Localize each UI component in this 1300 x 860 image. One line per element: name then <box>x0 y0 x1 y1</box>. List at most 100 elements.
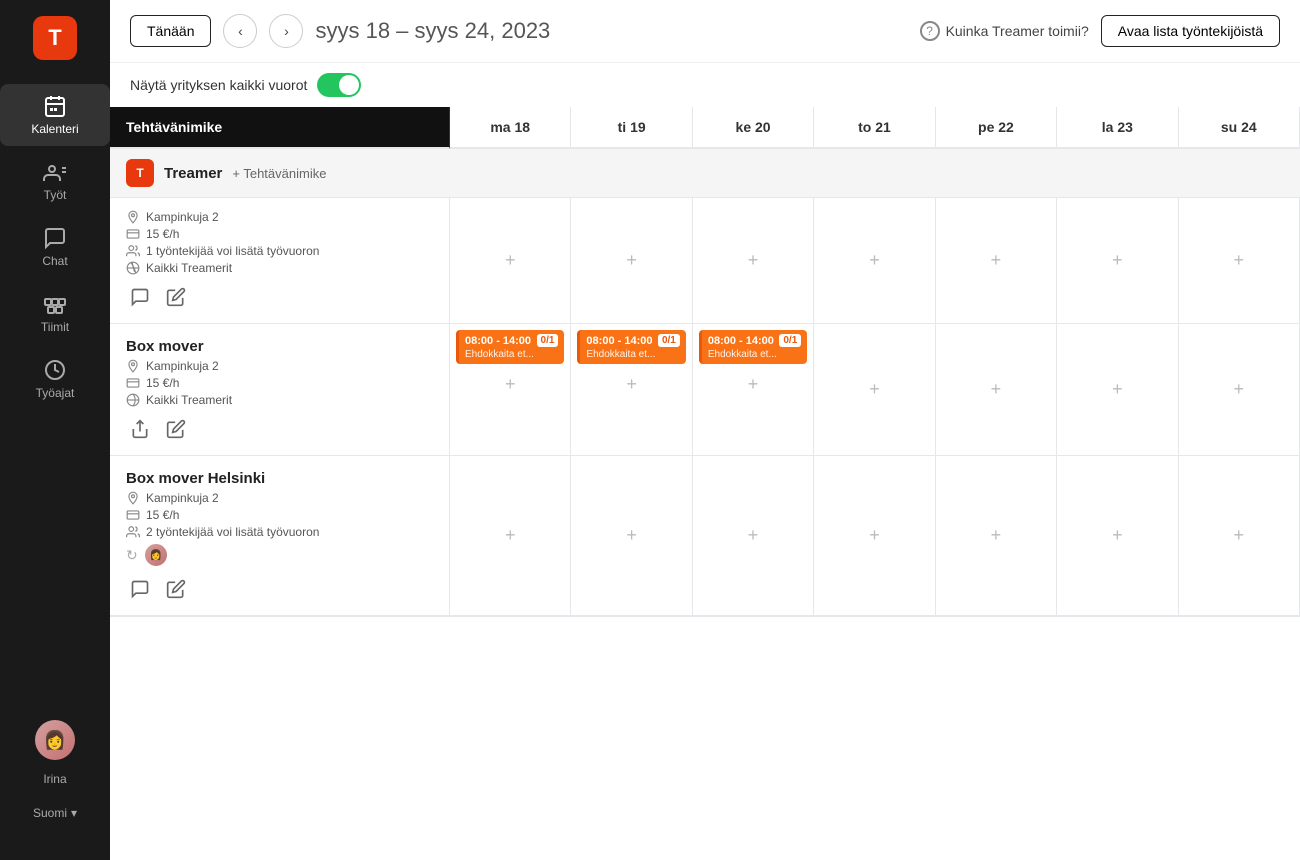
user-avatar[interactable]: 👩 <box>35 720 75 760</box>
shift-card[interactable]: 08:00 - 14:000/1 Ehdokkaita et... <box>577 330 685 364</box>
task-2-day-0: + <box>450 456 571 616</box>
add-shift-button[interactable]: + <box>739 247 767 275</box>
shift-badge: 0/1 <box>537 334 559 347</box>
task-0-day-4: + <box>936 198 1057 324</box>
chat-icon[interactable] <box>126 283 154 311</box>
group-icon <box>126 393 140 407</box>
chat-icon[interactable] <box>126 575 154 603</box>
add-shift-button[interactable]: + <box>982 247 1010 275</box>
edit-icon[interactable] <box>162 415 190 443</box>
add-shift-button[interactable]: + <box>1225 376 1253 404</box>
task-location: Kampinkuja 2 <box>126 210 433 224</box>
day-header-6: su 24 <box>1179 107 1300 149</box>
day-header-1: ti 19 <box>571 107 692 149</box>
share-icon[interactable] <box>126 415 154 443</box>
workers-icon <box>126 525 140 539</box>
add-shift-button[interactable]: + <box>1103 522 1131 550</box>
sidebar-item-tiimit[interactable]: Tiimit <box>0 282 110 344</box>
shift-sub: Ehdokkaita et... <box>465 349 558 360</box>
sidebar-item-kalenteri[interactable]: Kalenteri <box>0 84 110 146</box>
user-name-label: Irina <box>43 772 66 786</box>
add-shift-button[interactable]: + <box>618 370 646 398</box>
sidebar-item-label: Chat <box>42 254 67 268</box>
task-actions-1 <box>126 415 433 443</box>
task-rate: 15 €/h <box>126 227 433 241</box>
task-0-day-5: + <box>1057 198 1178 324</box>
add-shift-button[interactable]: + <box>618 247 646 275</box>
location-icon <box>126 359 140 373</box>
section-name: Treamer <box>164 165 222 182</box>
chevron-down-icon: ▾ <box>71 806 77 820</box>
rate-icon <box>126 376 140 390</box>
sidebar: T Kalenteri Työt Chat <box>0 0 110 860</box>
task-2-day-4: + <box>936 456 1057 616</box>
task-0-day-2: + <box>693 198 814 324</box>
sidebar-item-tyot[interactable]: Työt <box>0 150 110 212</box>
add-shift-button[interactable]: + <box>860 247 888 275</box>
shift-card[interactable]: 08:00 - 14:000/1 Ehdokkaita et... <box>456 330 564 364</box>
day-header-3: to 21 <box>814 107 935 149</box>
employees-button[interactable]: Avaa lista työntekijöistä <box>1101 15 1280 47</box>
add-shift-button[interactable]: + <box>496 522 524 550</box>
task-workers-note: 2 työntekijää voi lisätä työvuoron <box>126 525 433 539</box>
add-shift-button[interactable]: + <box>982 522 1010 550</box>
language-selector[interactable]: Suomi ▾ <box>33 798 77 828</box>
add-shift-button[interactable]: + <box>1225 522 1253 550</box>
task-2-day-5: + <box>1057 456 1178 616</box>
task-1-day-2: 08:00 - 14:000/1 Ehdokkaita et... + <box>693 324 814 456</box>
task-rate: 15 €/h <box>126 508 433 522</box>
day-header-4: pe 22 <box>936 107 1057 149</box>
task-row-0-info: Kampinkuja 2 15 €/h 1 työntekijää voi li… <box>110 198 450 324</box>
add-shift-button[interactable]: + <box>860 522 888 550</box>
today-button[interactable]: Tänään <box>130 15 211 47</box>
sidebar-item-tyoajat[interactable]: Työajat <box>0 348 110 410</box>
task-rate: 15 €/h <box>126 376 433 390</box>
group-icon <box>126 261 140 275</box>
add-shift-button[interactable]: + <box>860 376 888 404</box>
task-0-day-1: + <box>571 198 692 324</box>
task-1-day-4: + <box>936 324 1057 456</box>
workers-icon <box>126 244 140 258</box>
add-shift-button[interactable]: + <box>496 247 524 275</box>
add-shift-button[interactable]: + <box>739 370 767 398</box>
task-1-day-0: 08:00 - 14:000/1 Ehdokkaita et... + <box>450 324 571 456</box>
company-shifts-toggle[interactable] <box>317 73 361 97</box>
add-shift-button[interactable]: + <box>496 370 524 398</box>
section-treamer: T Treamer + Tehtävänimike <box>110 149 1300 198</box>
add-shift-button[interactable]: + <box>1103 376 1131 404</box>
help-button[interactable]: ? Kuinka Treamer toimii? <box>920 21 1089 41</box>
shift-time-label: 08:00 - 14:00 <box>708 335 774 347</box>
help-text: Kuinka Treamer toimii? <box>946 23 1089 39</box>
next-week-button[interactable]: › <box>269 14 303 48</box>
add-shift-button[interactable]: + <box>739 522 767 550</box>
edit-icon[interactable] <box>162 283 190 311</box>
sidebar-item-label: Tiimit <box>41 320 69 334</box>
task-0-day-0: + <box>450 198 571 324</box>
add-shift-button[interactable]: + <box>618 522 646 550</box>
rate-icon <box>126 508 140 522</box>
add-task-button[interactable]: + Tehtävänimike <box>232 166 326 181</box>
task-name: Box mover <box>126 338 433 355</box>
sidebar-item-chat[interactable]: Chat <box>0 216 110 278</box>
task-0-day-3: + <box>814 198 935 324</box>
date-range: syys 18 – syys 24, 2023 <box>315 18 550 44</box>
calendar-container: Tehtävänimike ma 18 ti 19 ke 20 to 21 pe… <box>110 107 1300 860</box>
task-1-day-1: 08:00 - 14:000/1 Ehdokkaita et... + <box>571 324 692 456</box>
refresh-icon[interactable]: ↻ <box>126 547 138 564</box>
add-shift-button[interactable]: + <box>982 376 1010 404</box>
prev-week-button[interactable]: ‹ <box>223 14 257 48</box>
shift-card[interactable]: 08:00 - 14:000/1 Ehdokkaita et... <box>699 330 807 364</box>
worker-avatar: 👩 <box>144 543 168 567</box>
app-logo[interactable]: T <box>33 16 77 60</box>
task-2-day-3: + <box>814 456 935 616</box>
day-header-2: ke 20 <box>693 107 814 149</box>
add-shift-button[interactable]: + <box>1225 247 1253 275</box>
sidebar-bottom: 👩 Irina Suomi ▾ <box>33 720 77 844</box>
main-content: Tänään ‹ › syys 18 – syys 24, 2023 ? Kui… <box>110 0 1300 860</box>
add-shift-button[interactable]: + <box>1103 247 1131 275</box>
task-row-2-info: Box mover Helsinki Kampinkuja 2 15 €/h 2… <box>110 456 450 616</box>
treamer-logo: T <box>126 159 154 187</box>
task-group: Kaikki Treamerit <box>126 261 433 275</box>
language-label: Suomi <box>33 806 67 820</box>
edit-icon[interactable] <box>162 575 190 603</box>
